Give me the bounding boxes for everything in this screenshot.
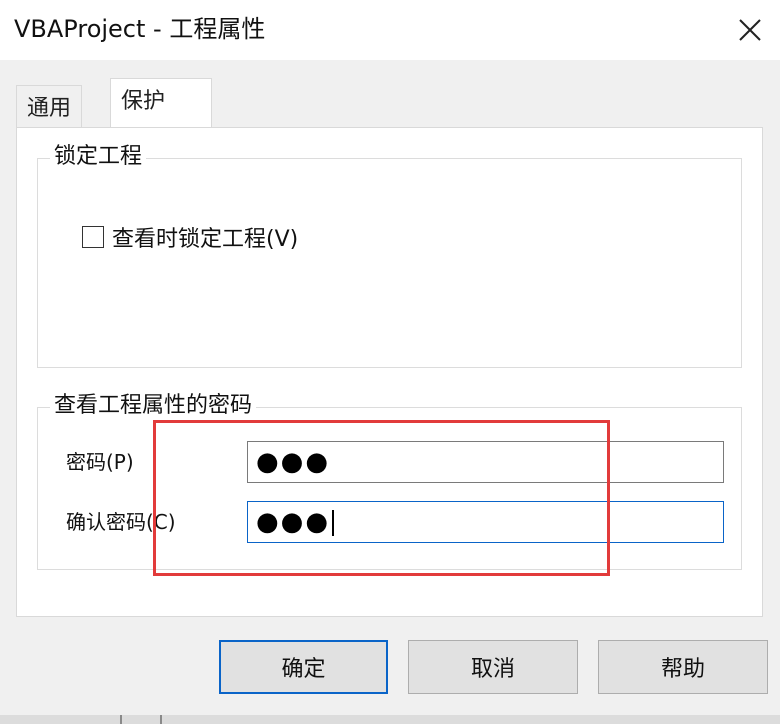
confirm-password-input[interactable]: ●●● bbox=[247, 501, 724, 543]
lock-for-viewing-checkbox[interactable] bbox=[82, 226, 104, 248]
close-icon bbox=[739, 19, 761, 41]
password-value: ●●● bbox=[256, 447, 331, 477]
window-title: VBAProject - 工程属性 bbox=[14, 15, 266, 43]
protection-tab-panel: 锁定工程 查看时锁定工程(V) 查看工程属性的密码 密码(P) ●●● 确认密码… bbox=[16, 127, 763, 617]
tab-general[interactable]: 通用 bbox=[16, 85, 83, 127]
lock-for-viewing-row[interactable]: 查看时锁定工程(V) bbox=[82, 221, 298, 253]
edge-divider bbox=[120, 715, 122, 724]
project-properties-dialog: VBAProject - 工程属性 通用 保护 锁定工程 查看时锁定工程(V) … bbox=[0, 0, 780, 724]
bottom-edge bbox=[0, 715, 780, 724]
title-bar: VBAProject - 工程属性 bbox=[0, 0, 780, 60]
lock-for-viewing-label: 查看时锁定工程(V) bbox=[112, 227, 299, 252]
tab-protection[interactable]: 保护 bbox=[110, 78, 212, 128]
confirm-password-value: ●●● bbox=[256, 507, 331, 537]
password-group-legend: 查看工程属性的密码 bbox=[50, 390, 257, 422]
password-group: 查看工程属性的密码 密码(P) ●●● 确认密码(C) ●●● bbox=[37, 390, 742, 570]
confirm-password-label: 确认密码(C) bbox=[66, 510, 176, 534]
edge-divider bbox=[160, 715, 162, 724]
lock-project-group: 锁定工程 查看时锁定工程(V) bbox=[37, 141, 742, 368]
help-button[interactable]: 帮助 bbox=[598, 640, 768, 694]
ok-button[interactable]: 确定 bbox=[219, 640, 388, 694]
password-label: 密码(P) bbox=[66, 450, 134, 474]
lock-group-legend: 锁定工程 bbox=[50, 141, 147, 173]
cancel-button[interactable]: 取消 bbox=[408, 640, 578, 694]
tab-strip: 通用 保护 bbox=[0, 60, 780, 130]
close-button[interactable] bbox=[730, 10, 770, 50]
password-input[interactable]: ●●● bbox=[247, 441, 724, 483]
text-caret bbox=[332, 509, 335, 536]
